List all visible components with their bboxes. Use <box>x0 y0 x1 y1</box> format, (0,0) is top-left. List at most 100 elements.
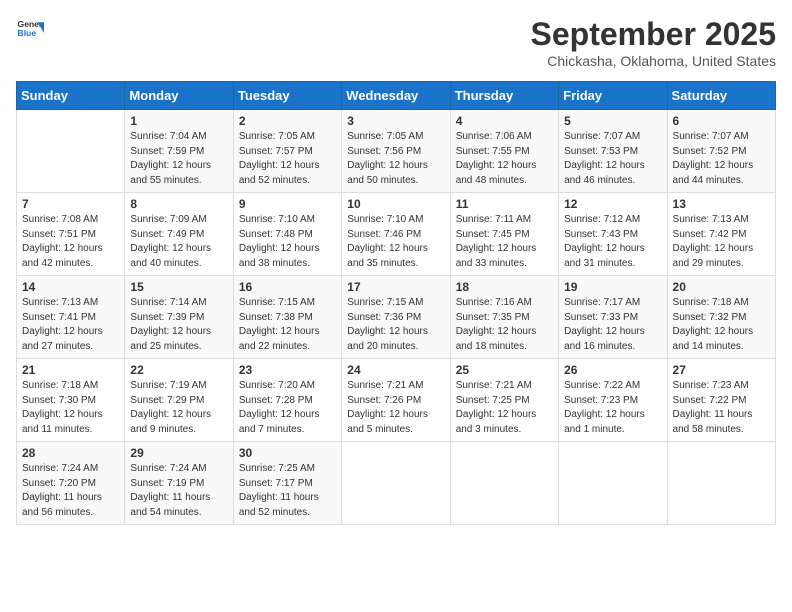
day-info: Sunrise: 7:15 AM Sunset: 7:36 PM Dayligh… <box>347 296 444 354</box>
calendar-week-row: 28 Sunrise: 7:24 AM Sunset: 7:20 PM Dayli… <box>17 442 776 525</box>
day-number: 30 <box>239 446 336 460</box>
weekday-header-cell: Wednesday <box>342 82 450 110</box>
calendar-cell <box>667 442 775 525</box>
day-number: 26 <box>564 363 661 377</box>
calendar-cell: 2 Sunrise: 7:05 AM Sunset: 7:57 PM Daylig… <box>233 110 341 193</box>
calendar-cell: 24Sunrise: 7:21 AM Sunset: 7:26 PM Dayli… <box>342 359 450 442</box>
calendar-cell: 10 Sunrise: 7:10 AM Sunset: 7:46 PM Dayli… <box>342 193 450 276</box>
page-header: General Blue September 2025 Chickasha, O… <box>16 16 776 69</box>
day-number: 4 <box>456 114 553 128</box>
day-info: Sunrise: 7:04 AM Sunset: 7:59 PM Dayligh… <box>130 130 227 188</box>
day-number: 15 <box>130 280 227 294</box>
calendar-cell: 21 Sunrise: 7:18 AM Sunset: 7:30 PM Dayli… <box>17 359 125 442</box>
day-number: 29 <box>130 446 227 460</box>
calendar-cell: 25Sunrise: 7:21 AM Sunset: 7:25 PM Dayli… <box>450 359 558 442</box>
logo: General Blue <box>16 16 44 44</box>
day-info: Sunrise: 7:11 AM Sunset: 7:45 PM Dayligh… <box>456 213 553 271</box>
calendar-cell: 7 Sunrise: 7:08 AM Sunset: 7:51 PM Daylig… <box>17 193 125 276</box>
calendar-body: 1Sunrise: 7:04 AM Sunset: 7:59 PM Daylig… <box>17 110 776 525</box>
day-number: 10 <box>347 197 444 211</box>
calendar-table: SundayMondayTuesdayWednesdayThursdayFrid… <box>16 81 776 525</box>
day-number: 8 <box>130 197 227 211</box>
calendar-cell: 19 Sunrise: 7:17 AM Sunset: 7:33 PM Dayli… <box>559 276 667 359</box>
calendar-week-row: 21 Sunrise: 7:18 AM Sunset: 7:30 PM Dayli… <box>17 359 776 442</box>
calendar-cell: 5 Sunrise: 7:07 AM Sunset: 7:53 PM Daylig… <box>559 110 667 193</box>
calendar-cell: 12 Sunrise: 7:12 AM Sunset: 7:43 PM Dayli… <box>559 193 667 276</box>
day-number: 19 <box>564 280 661 294</box>
day-number: 14 <box>22 280 119 294</box>
day-number: 7 <box>22 197 119 211</box>
day-info: Sunrise: 7:18 AM Sunset: 7:30 PM Dayligh… <box>22 379 119 437</box>
day-info: Sunrise: 7:23 AM Sunset: 7:22 PM Dayligh… <box>673 379 770 437</box>
calendar-cell <box>342 442 450 525</box>
weekday-header-cell: Saturday <box>667 82 775 110</box>
day-info: Sunrise: 7:06 AM Sunset: 7:55 PM Dayligh… <box>456 130 553 188</box>
day-info: Sunrise: 7:17 AM Sunset: 7:33 PM Dayligh… <box>564 296 661 354</box>
calendar-cell <box>450 442 558 525</box>
svg-text:Blue: Blue <box>18 28 37 38</box>
calendar-cell: 9Sunrise: 7:10 AM Sunset: 7:48 PM Daylig… <box>233 193 341 276</box>
calendar-week-row: 14 Sunrise: 7:13 AM Sunset: 7:41 PM Dayli… <box>17 276 776 359</box>
day-info: Sunrise: 7:05 AM Sunset: 7:57 PM Dayligh… <box>239 130 336 188</box>
day-info: Sunrise: 7:21 AM Sunset: 7:25 PM Dayligh… <box>456 379 553 437</box>
weekday-header-cell: Sunday <box>17 82 125 110</box>
day-info: Sunrise: 7:05 AM Sunset: 7:56 PM Dayligh… <box>347 130 444 188</box>
weekday-header-cell: Tuesday <box>233 82 341 110</box>
calendar-cell: 15Sunrise: 7:14 AM Sunset: 7:39 PM Dayli… <box>125 276 233 359</box>
calendar-cell: 26Sunrise: 7:22 AM Sunset: 7:23 PM Dayli… <box>559 359 667 442</box>
day-number: 9 <box>239 197 336 211</box>
day-info: Sunrise: 7:15 AM Sunset: 7:38 PM Dayligh… <box>239 296 336 354</box>
day-info: Sunrise: 7:10 AM Sunset: 7:46 PM Dayligh… <box>347 213 444 271</box>
day-info: Sunrise: 7:21 AM Sunset: 7:26 PM Dayligh… <box>347 379 444 437</box>
day-info: Sunrise: 7:13 AM Sunset: 7:42 PM Dayligh… <box>673 213 770 271</box>
day-info: Sunrise: 7:07 AM Sunset: 7:53 PM Dayligh… <box>564 130 661 188</box>
calendar-cell: 1Sunrise: 7:04 AM Sunset: 7:59 PM Daylig… <box>125 110 233 193</box>
calendar-cell: 27Sunrise: 7:23 AM Sunset: 7:22 PM Dayli… <box>667 359 775 442</box>
calendar-cell: 3 Sunrise: 7:05 AM Sunset: 7:56 PM Daylig… <box>342 110 450 193</box>
calendar-cell: 29 Sunrise: 7:24 AM Sunset: 7:19 PM Dayli… <box>125 442 233 525</box>
weekday-header-cell: Friday <box>559 82 667 110</box>
day-number: 20 <box>673 280 770 294</box>
day-info: Sunrise: 7:24 AM Sunset: 7:20 PM Dayligh… <box>22 462 119 520</box>
weekday-header-cell: Monday <box>125 82 233 110</box>
day-info: Sunrise: 7:08 AM Sunset: 7:51 PM Dayligh… <box>22 213 119 271</box>
day-number: 28 <box>22 446 119 460</box>
calendar-cell <box>17 110 125 193</box>
calendar-cell: 28 Sunrise: 7:24 AM Sunset: 7:20 PM Dayli… <box>17 442 125 525</box>
day-number: 17 <box>347 280 444 294</box>
calendar-cell: 4 Sunrise: 7:06 AM Sunset: 7:55 PM Daylig… <box>450 110 558 193</box>
calendar-cell: 22Sunrise: 7:19 AM Sunset: 7:29 PM Dayli… <box>125 359 233 442</box>
logo-icon: General Blue <box>16 16 44 44</box>
title-block: September 2025 Chickasha, Oklahoma, Unit… <box>531 16 776 69</box>
day-number: 12 <box>564 197 661 211</box>
calendar-cell: 23Sunrise: 7:20 AM Sunset: 7:28 PM Dayli… <box>233 359 341 442</box>
day-number: 11 <box>456 197 553 211</box>
day-info: Sunrise: 7:19 AM Sunset: 7:29 PM Dayligh… <box>130 379 227 437</box>
weekday-header-cell: Thursday <box>450 82 558 110</box>
day-info: Sunrise: 7:20 AM Sunset: 7:28 PM Dayligh… <box>239 379 336 437</box>
calendar-cell: 6Sunrise: 7:07 AM Sunset: 7:52 PM Daylig… <box>667 110 775 193</box>
day-number: 16 <box>239 280 336 294</box>
day-info: Sunrise: 7:16 AM Sunset: 7:35 PM Dayligh… <box>456 296 553 354</box>
calendar-cell: 16 Sunrise: 7:15 AM Sunset: 7:38 PM Dayli… <box>233 276 341 359</box>
day-number: 5 <box>564 114 661 128</box>
day-info: Sunrise: 7:25 AM Sunset: 7:17 PM Dayligh… <box>239 462 336 520</box>
weekday-header-row: SundayMondayTuesdayWednesdayThursdayFrid… <box>17 82 776 110</box>
calendar-week-row: 1Sunrise: 7:04 AM Sunset: 7:59 PM Daylig… <box>17 110 776 193</box>
day-number: 6 <box>673 114 770 128</box>
day-info: Sunrise: 7:13 AM Sunset: 7:41 PM Dayligh… <box>22 296 119 354</box>
day-info: Sunrise: 7:18 AM Sunset: 7:32 PM Dayligh… <box>673 296 770 354</box>
day-info: Sunrise: 7:09 AM Sunset: 7:49 PM Dayligh… <box>130 213 227 271</box>
calendar-cell: 20 Sunrise: 7:18 AM Sunset: 7:32 PM Dayli… <box>667 276 775 359</box>
calendar-cell: 8 Sunrise: 7:09 AM Sunset: 7:49 PM Daylig… <box>125 193 233 276</box>
day-info: Sunrise: 7:24 AM Sunset: 7:19 PM Dayligh… <box>130 462 227 520</box>
day-number: 21 <box>22 363 119 377</box>
day-number: 2 <box>239 114 336 128</box>
day-number: 3 <box>347 114 444 128</box>
day-info: Sunrise: 7:12 AM Sunset: 7:43 PM Dayligh… <box>564 213 661 271</box>
calendar-cell: 17 Sunrise: 7:15 AM Sunset: 7:36 PM Dayli… <box>342 276 450 359</box>
day-number: 13 <box>673 197 770 211</box>
calendar-cell: 14 Sunrise: 7:13 AM Sunset: 7:41 PM Dayli… <box>17 276 125 359</box>
calendar-cell: 30 Sunrise: 7:25 AM Sunset: 7:17 PM Dayli… <box>233 442 341 525</box>
month-title: September 2025 <box>531 16 776 53</box>
